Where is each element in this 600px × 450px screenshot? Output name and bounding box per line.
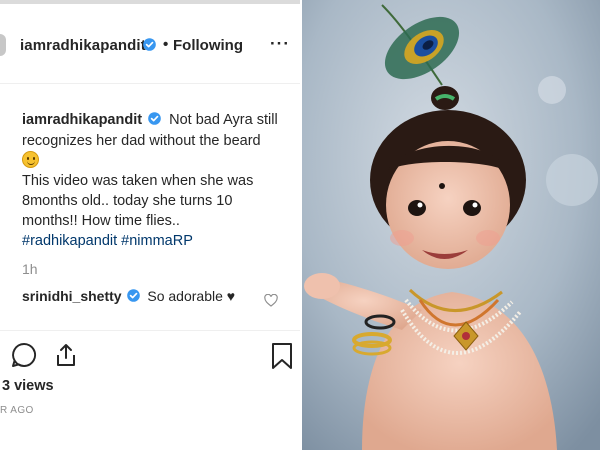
comment-username[interactable]: srinidhi_shetty xyxy=(22,288,122,304)
caption-username[interactable]: iamradhikapandit xyxy=(22,112,142,128)
comment-text: So adorable ♥ xyxy=(147,288,236,304)
smile-emoji-icon xyxy=(22,151,39,168)
verified-badge-icon xyxy=(127,289,141,305)
views-count[interactable]: 3 views xyxy=(2,378,54,394)
header-separator: • xyxy=(163,36,169,53)
hashtag-radhikapandit[interactable]: #radhikapandit xyxy=(22,233,117,249)
comment-row: srinidhi_shetty So adorable ♥ xyxy=(22,288,235,305)
baby-photo-illustration xyxy=(302,0,600,450)
more-options-icon[interactable]: ··· xyxy=(270,34,290,54)
caption-timestamp[interactable]: 1h xyxy=(22,261,38,277)
share-icon[interactable] xyxy=(53,342,79,373)
post-panel: iamradhikapandit • Following ··· iamradh… xyxy=(0,0,300,450)
verified-badge-icon xyxy=(143,38,156,56)
bookmark-icon[interactable] xyxy=(270,342,294,375)
actions-divider xyxy=(0,330,300,331)
heart-icon[interactable] xyxy=(264,293,278,312)
post-header: iamradhikapandit • Following ··· xyxy=(0,4,300,84)
caption-text-2: This video was taken when she was 8month… xyxy=(22,173,254,229)
post-photo xyxy=(302,0,600,450)
following-button[interactable]: Following xyxy=(173,37,243,54)
verified-badge-icon xyxy=(148,111,161,131)
hashtag-nimmarp[interactable]: #nimmaRP xyxy=(121,233,193,249)
comment-icon[interactable] xyxy=(10,341,38,374)
post-age: R AGO xyxy=(0,405,34,416)
post-caption: iamradhikapandit Not bad Ayra still reco… xyxy=(22,110,290,251)
avatar[interactable] xyxy=(0,34,6,56)
header-username[interactable]: iamradhikapandit xyxy=(20,37,146,54)
